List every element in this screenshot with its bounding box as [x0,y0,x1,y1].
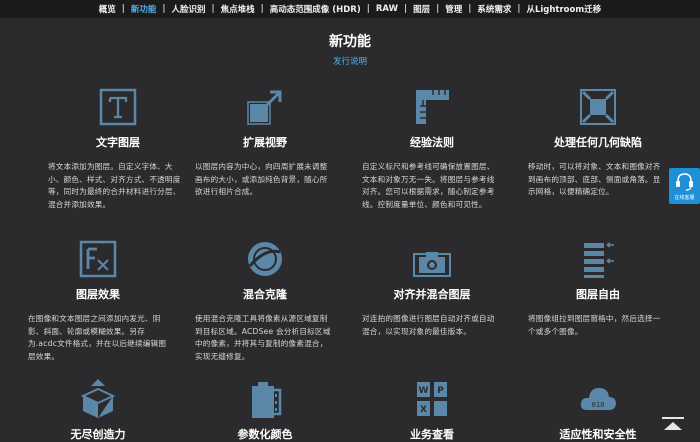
feature-title: 文字图层 [96,136,140,149]
feature-endless-creativity: 无尽创造力 [28,378,168,442]
nav-item-3[interactable]: 焦点堆栈 [215,3,261,15]
feature-title: 参数化颜色 [237,428,293,441]
headset-icon [676,173,693,191]
distortion-icon [580,89,616,125]
expand-icon [247,90,282,125]
online-support-label: 在线客服 [674,195,695,201]
align-camera-icon [413,252,451,277]
feature-text-layers: 文字图层 将文本添加为图层。自定义字体、大小、颜色、样式、对齐方式、不透明度等，… [48,86,188,211]
feature-description: 使用混合克隆工具将像素从源区域复制到目标区域。ACDSee 会分析目标区域中的像… [195,314,331,361]
feature-layer-freedom: 图层自由 将图像组拉到图层窗格中，然后选择一个或多个图像。 [528,238,668,338]
nav-item-4[interactable]: 高动态范围成像 (HDR) [264,3,367,15]
office-docs-icon: W P X [417,382,447,416]
feature-align-blend: 对齐并混合图层 对连拍的图像进行图层自动对齐或自动混合，以实现对象的最佳版本。 [362,238,502,338]
feature-title: 经验法则 [410,136,454,149]
online-support-button[interactable]: 在线客服 [669,168,700,204]
feature-description: 将图像组拉到图层窗格中，然后选择一个或多个图像。 [528,314,661,336]
film-icon [252,382,282,418]
feature-description: 在图像和文本图层之间添加内发光、阴影、斜面、轮廓或模糊效果。另存为.acdc文件… [28,314,167,361]
feature-geometry-fix: 处理任何几何缺陷 移动时，可以将对象、文本和图像对齐到画布的顶部、底部、侧面或角… [528,86,668,199]
text-icon [99,88,137,126]
feature-adaptability-security: 010 适应性和安全性 [528,378,668,442]
svg-text:W: W [419,386,429,396]
feature-description: 移动时，可以将对象、文本和图像对齐到画布的顶部、底部、侧面或角落。显示网格，以便… [528,162,661,196]
feature-title: 业务查看 [410,428,454,441]
feature-description: 将文本添加为图层。自定义字体、大小、颜色、样式、对齐方式、不透明度等，同时为最终… [48,162,181,209]
feature-title: 对齐并混合图层 [393,288,471,301]
feature-description: 自定义标尺和参考线可确保放置图层、文本和对象万无一失。将图层与参考线对齐。您可以… [362,162,495,209]
box-upload-icon [80,379,116,418]
svg-text:P: P [437,386,444,396]
feature-title: 图层自由 [576,288,620,301]
fx-icon [79,240,117,278]
feature-title: 适应性和安全性 [559,428,637,441]
blend-clone-icon [248,242,282,276]
page-title: 新功能 [329,34,371,50]
scroll-top-icon[interactable] [658,416,688,433]
feature-title: 扩展视野 [243,136,287,149]
layers-list-icon [584,242,614,278]
ruler-icon [416,90,449,124]
top-navigation: 概览 | 新功能 | 人脸识别 | 焦点堆栈 | 高动态范围成像 (HDR) | RAW | 图层 | 管理… [0,0,700,18]
nav-item-1[interactable]: 新功能 [125,3,163,15]
feature-layer-effects: 图层效果 在图像和文本图层之间添加内发光、阴影、斜面、轮廓或模糊效果。另存为.a… [28,238,168,363]
svg-text:010: 010 [592,401,605,409]
feature-business-view: W P X 业务查看 [362,378,502,442]
svg-text:X: X [420,405,427,415]
feature-title: 图层效果 [76,288,120,301]
feature-blend-clone: 混合克隆 使用混合克隆工具将像素从源区域复制到目标区域。ACDSee 会分析目标… [195,238,335,363]
feature-expand-canvas: 扩展视野 以图层内容为中心，向四周扩展未调整画布的大小，或添加纯色背景，随心所欲… [195,86,335,199]
feature-rule-of-thumb: 经验法则 自定义标尺和参考线可确保放置图层、文本和对象万无一失。将图层与参考线对… [362,86,502,211]
feature-title: 无尽创造力 [70,428,126,441]
feature-parametric-color: 参数化颜色 [195,378,335,442]
nav-item-0[interactable]: 概览 [93,3,122,15]
nav-item-7[interactable]: 管理 [439,3,468,15]
cloud-icon: 010 [580,388,616,410]
feature-description: 以图层内容为中心，向四周扩展未调整画布的大小，或添加纯色背景，随心所欲进行相片合… [195,162,328,196]
feature-description: 对连拍的图像进行图层自动对齐或自动混合，以实现对象的最佳版本。 [362,314,495,336]
nav-item-2[interactable]: 人脸识别 [166,3,212,15]
nav-item-5[interactable]: RAW [370,4,404,14]
feature-title: 处理任何几何缺陷 [554,136,642,149]
nav-item-6[interactable]: 图层 [407,3,436,15]
feature-title: 混合克隆 [243,288,287,301]
release-notes-link[interactable]: 发行说明 [0,55,700,67]
nav-item-9[interactable]: 从Lightroom迁移 [520,3,607,15]
nav-item-8[interactable]: 系统需求 [471,3,517,15]
